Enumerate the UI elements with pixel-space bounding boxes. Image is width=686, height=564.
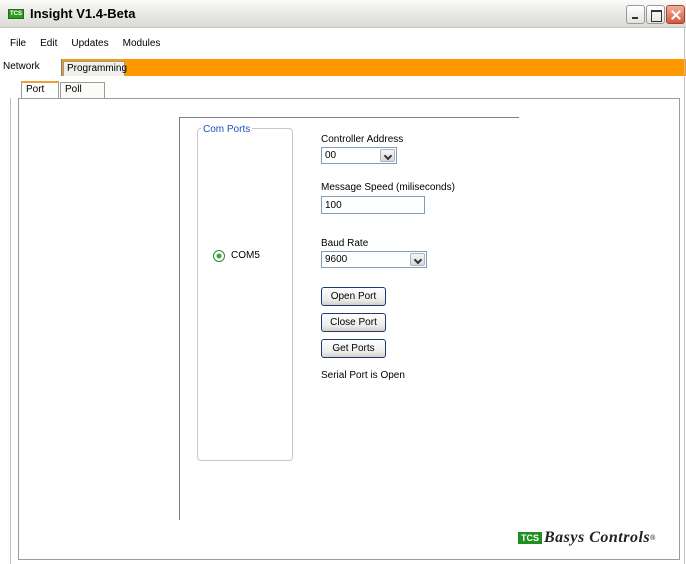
maximize-button[interactable] (646, 5, 665, 24)
basys-controls-logo: TCS Basys Controls ® (518, 528, 655, 548)
get-ports-button[interactable]: Get Ports (321, 339, 386, 358)
com-ports-group-label: Com Ports (201, 124, 253, 135)
tcs-logo-badge: TCS (518, 532, 542, 544)
window-edge-right (684, 28, 685, 564)
baud-rate-value: 9600 (325, 254, 348, 265)
menu-updates[interactable]: Updates (71, 38, 108, 54)
com-ports-group (197, 128, 293, 461)
tab-network[interactable]: Network (0, 59, 62, 76)
close-port-button[interactable]: Close Port (321, 313, 386, 332)
menu-bar: File Edit Updates Modules (10, 38, 174, 54)
tab-programming[interactable]: Programming (63, 61, 127, 76)
controller-address-select[interactable]: 00 (321, 147, 397, 164)
baud-rate-label: Baud Rate (321, 238, 369, 249)
tab-poll[interactable]: Poll (60, 82, 105, 98)
close-button[interactable] (666, 5, 685, 24)
menu-edit[interactable]: Edit (40, 38, 57, 54)
registered-mark: ® (650, 534, 656, 542)
serial-port-status: Serial Port is Open (321, 370, 405, 381)
message-speed-input[interactable]: 100 (321, 196, 425, 214)
app-icon: TCS (8, 9, 24, 19)
window-title: Insight V1.4-Beta (30, 6, 136, 21)
menu-file[interactable]: File (10, 38, 26, 54)
window-edge-left (10, 98, 11, 564)
close-icon (667, 6, 684, 23)
chevron-down-icon[interactable] (410, 253, 425, 266)
open-port-button[interactable]: Open Port (321, 287, 386, 306)
chevron-down-icon[interactable] (380, 149, 395, 162)
controller-address-label: Controller Address (321, 134, 404, 145)
title-bar[interactable]: TCS Insight V1.4-Beta (0, 0, 686, 28)
menu-modules[interactable]: Modules (123, 38, 161, 54)
maximize-icon (647, 6, 664, 23)
message-speed-label: Message Speed (miliseconds) (321, 182, 455, 193)
logo-text: Basys Controls (544, 529, 651, 546)
com5-radio-label[interactable]: COM5 (231, 250, 260, 261)
com5-radio[interactable] (213, 250, 225, 262)
controller-address-value: 00 (325, 150, 337, 161)
baud-rate-select[interactable]: 9600 (321, 251, 427, 268)
minimize-icon (627, 6, 644, 23)
tab-port[interactable]: Port (21, 81, 59, 98)
minimize-button[interactable] (626, 5, 645, 24)
